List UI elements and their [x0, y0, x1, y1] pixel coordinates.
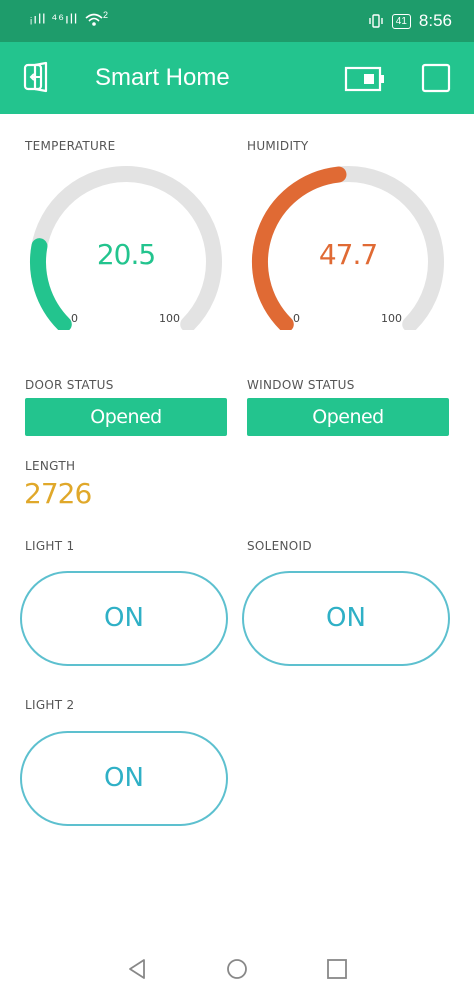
system-nav-bar: [0, 938, 474, 998]
device-button[interactable]: [344, 64, 386, 94]
door-status-display: Opened: [25, 398, 227, 436]
humidity-min: 0: [293, 312, 300, 325]
clock: 8:56: [418, 11, 452, 30]
back-triangle-icon[interactable]: [124, 956, 150, 982]
square-icon: [421, 63, 451, 93]
solenoid-state: ON: [326, 603, 366, 633]
light2-state: ON: [104, 763, 144, 793]
door-status-value: Opened: [90, 406, 162, 428]
temperature-value: 20.5: [96, 238, 156, 271]
battery-icon: 41: [391, 13, 411, 29]
humidity-value: 47.7: [318, 238, 378, 271]
light1-label: LIGHT 1: [25, 539, 75, 553]
temperature-max: 100: [159, 312, 180, 325]
solenoid-label: SOLENOID: [247, 539, 312, 553]
system-status-bar: ᵢıll ⁴⁶ıll 2 41 8:56: [0, 0, 474, 42]
wifi-icon: [85, 13, 103, 26]
length-label: LENGTH: [25, 459, 76, 473]
recents-square-icon[interactable]: [324, 956, 350, 982]
temperature-gauge: 20.5 0 100: [21, 160, 231, 350]
back-door-button[interactable]: [22, 60, 56, 94]
window-status-value: Opened: [312, 406, 384, 428]
humidity-gauge: 47.7 0 100: [243, 160, 453, 350]
signal-text: ᵢıll ⁴⁶ıll: [30, 10, 79, 27]
vibrate-icon: [369, 14, 383, 28]
solenoid-toggle-button[interactable]: ON: [242, 571, 450, 666]
humidity-max: 100: [381, 312, 402, 325]
light2-toggle-button[interactable]: ON: [20, 731, 228, 826]
home-circle-icon[interactable]: [224, 956, 250, 982]
window-status-label: WINDOW STATUS: [247, 378, 355, 392]
length-value: 2726: [24, 477, 92, 510]
app-bar: Smart Home: [0, 42, 474, 114]
light1-state: ON: [104, 603, 144, 633]
humidity-label: HUMIDITY: [247, 139, 309, 153]
temperature-label: TEMPERATURE: [25, 139, 116, 153]
light1-toggle-button[interactable]: ON: [20, 571, 228, 666]
wifi-badge: 2: [102, 10, 109, 20]
window-status-display: Opened: [247, 398, 449, 436]
battery-level: 41: [395, 15, 407, 27]
temperature-min: 0: [71, 312, 78, 325]
light2-label: LIGHT 2: [25, 698, 75, 712]
door-status-label: DOOR STATUS: [25, 378, 114, 392]
device-icon: [344, 66, 384, 92]
back-door-icon: [23, 61, 48, 93]
status-right: 41 8:56: [368, 11, 452, 31]
signal-indicator: ᵢıll ⁴⁶ıll 2: [30, 10, 109, 27]
menu-square-button[interactable]: [421, 63, 451, 93]
app-title: Smart Home: [95, 64, 230, 91]
